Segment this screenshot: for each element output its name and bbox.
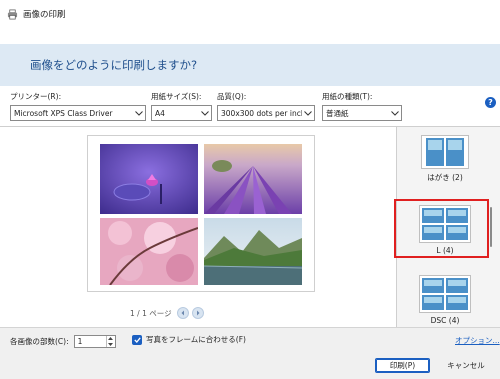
mountain-lake-photo — [204, 218, 302, 285]
fit-to-frame-label: 写真をフレームに合わせる(F) — [146, 335, 246, 344]
paper-type-group: 用紙の種類(T): 普通紙 — [322, 91, 402, 123]
copies-group: 各画像の部数(C): 1 — [10, 335, 116, 348]
chevron-right-icon — [196, 310, 200, 316]
printer-icon — [7, 9, 18, 19]
page-heading: 画像をどのように印刷しますか? — [30, 58, 198, 72]
selected-layout-highlight — [394, 199, 489, 258]
printer-select[interactable]: Microsoft XPS Class Driver — [10, 105, 146, 121]
preview-page — [87, 135, 315, 292]
page-indicator: 1 / 1 ページ — [130, 308, 172, 318]
paper-size-label: 用紙サイズ(S): — [151, 92, 202, 101]
copies-label: 各画像の部数(C): — [10, 337, 69, 346]
quality-select[interactable]: 300x300 dots per inch — [217, 105, 315, 121]
fit-to-frame-checkbox[interactable] — [132, 334, 142, 345]
prev-page-button[interactable] — [176, 307, 189, 319]
quality-label: 品質(Q): — [217, 92, 247, 101]
chevron-down-icon[interactable] — [107, 342, 115, 348]
lavender-field-photo — [204, 144, 302, 214]
next-page-button[interactable] — [191, 307, 204, 319]
paper-type-label: 用紙の種類(T): — [322, 92, 373, 101]
chevron-down-icon — [199, 110, 211, 116]
page-navigator: 1 / 1 ページ — [130, 307, 207, 319]
layout-label: DSC (4) — [430, 316, 460, 325]
paper-size-group: 用紙サイズ(S): A4 — [151, 91, 212, 123]
layout-thumbnail — [419, 275, 471, 313]
chevron-down-icon — [389, 110, 401, 116]
title-bar: 画像の印刷 — [0, 0, 500, 28]
layout-item-dsc[interactable]: DSC (4) — [397, 275, 493, 325]
paper-size-select[interactable]: A4 — [151, 105, 212, 121]
layout-item-postcard[interactable]: はがき (2) — [397, 135, 493, 183]
layout-label: はがき (2) — [427, 173, 463, 182]
layout-thumbnail — [421, 135, 469, 169]
print-button[interactable]: 印刷(P) — [375, 358, 430, 373]
quality-group: 品質(Q): 300x300 dots per inch — [217, 91, 315, 123]
chevron-left-icon — [181, 310, 184, 316]
copies-value[interactable]: 1 — [75, 337, 106, 346]
chevron-down-icon — [133, 110, 145, 116]
cherry-blossom-photo — [100, 218, 198, 285]
fit-to-frame-option[interactable]: 写真をフレームに合わせる(F) — [132, 334, 246, 345]
header-banner: 画像をどのように印刷しますか? — [0, 44, 500, 86]
cancel-button[interactable]: キャンセル — [442, 358, 490, 373]
help-icon[interactable]: ? — [485, 97, 496, 108]
copies-stepper[interactable]: 1 — [73, 335, 116, 348]
checkmark-icon — [133, 336, 141, 343]
printer-group: プリンター(R): Microsoft XPS Class Driver — [10, 91, 146, 123]
layout-scrollbar[interactable] — [490, 207, 492, 247]
options-link[interactable]: オプション... — [455, 335, 500, 346]
paper-type-select[interactable]: 普通紙 — [322, 105, 402, 121]
window-title: 画像の印刷 — [23, 10, 66, 20]
chevron-down-icon — [302, 110, 314, 116]
footer-bar: 各画像の部数(C): 1 写真をフレームに合わせる(F) オプション... 印刷… — [0, 327, 500, 379]
printer-label: プリンター(R): — [10, 92, 62, 101]
lotus-lily-pad-photo — [100, 144, 198, 214]
print-preview — [0, 127, 396, 327]
